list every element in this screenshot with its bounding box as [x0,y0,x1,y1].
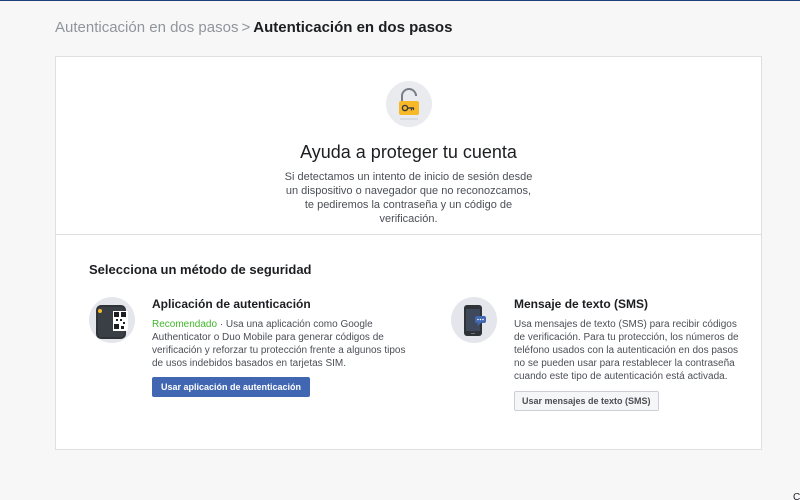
breadcrumb-separator: > [241,19,251,36]
sms-phone-icon [451,297,497,343]
corner-text-fragment: C [793,492,800,500]
sms-title: Mensaje de texto (SMS) [514,297,649,311]
use-auth-app-button[interactable]: Usar aplicación de autenticación [152,377,311,397]
method-section-title: Selecciona un método de seguridad [89,262,312,277]
authenticator-phone-icon [89,297,135,343]
hero-description: Si detectamos un intento de inicio de se… [284,171,533,225]
two-factor-card: Ayuda a proteger tu cuenta Si detectamos… [55,56,762,450]
sms-body: Mensaje de texto (SMS) Usa mensajes de t… [514,297,742,411]
auth-app-description: Recomendado · Usa una aplicación como Go… [152,318,417,370]
use-sms-button[interactable]: Usar mensajes de texto (SMS) [514,391,659,411]
breadcrumb-current: Autenticación en dos pasos [253,19,453,36]
hero-section: Ayuda a proteger tu cuenta Si detectamos… [56,57,761,235]
breadcrumb-parent-link[interactable]: Autenticación en dos pasos [55,19,238,36]
auth-app-title: Aplicación de autenticación [152,297,311,311]
breadcrumb: Autenticación en dos pasos > Autenticación… [55,19,452,37]
recommended-label: Recomendado [152,319,218,330]
top-rule [0,0,800,1]
lock-key-icon [386,81,432,127]
sms-description: Usa mensajes de texto (SMS) para recibir… [514,319,739,382]
auth-app-body: Aplicación de autenticación Recomendado … [152,297,417,397]
hero-title: Ayuda a proteger tu cuenta [300,142,517,162]
